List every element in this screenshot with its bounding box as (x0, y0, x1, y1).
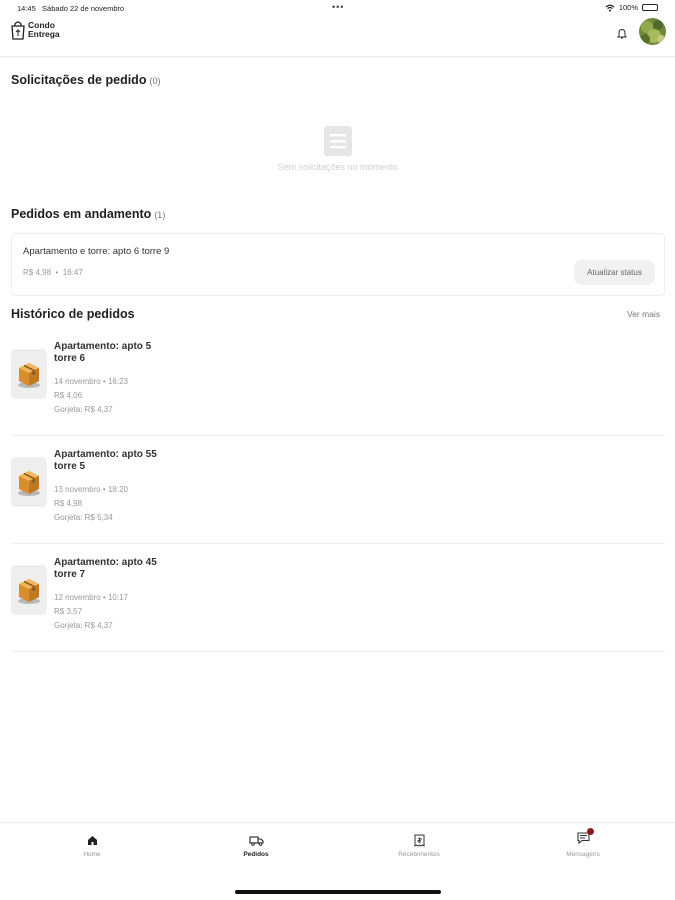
update-status-button[interactable]: Atualizar status (574, 260, 655, 285)
history-thumb (11, 565, 47, 615)
shopping-bag-icon (11, 21, 25, 40)
order-title: Apartamento e torre: apto 6 torre 9 (23, 246, 170, 257)
tab-home[interactable]: Home (52, 833, 132, 858)
order-meta: R$ 4,98 • 16:47 (23, 268, 83, 277)
status-time: 14:45 Sábado 22 de novembro (17, 4, 124, 13)
app-logo[interactable]: Condo Entrega (10, 20, 60, 40)
home-icon (87, 835, 97, 845)
history-item-date: 13 novembro • 18:20 (54, 485, 128, 494)
status-date: Sábado 22 de novembro (42, 4, 125, 13)
history-item-title: Apartamento: apto 5 torre 6 (54, 341, 152, 364)
tab-home-label: Home (83, 851, 101, 858)
receipt-icon (414, 834, 424, 847)
tab-pedidos[interactable]: Pedidos (216, 833, 296, 858)
order-time: 16:47 (62, 268, 83, 277)
home-indicator[interactable] (235, 890, 441, 894)
history-item-date: 12 novembro • 10:17 (54, 593, 128, 602)
status-time-value: 14:45 (17, 4, 36, 13)
requests-heading: Solicitações de pedido (0) (11, 73, 160, 87)
history-item-price: R$ 3,57 (54, 607, 83, 616)
package-box-icon (18, 579, 40, 604)
avatar[interactable] (639, 18, 666, 45)
wifi-icon (605, 4, 615, 12)
bottom-tab-bar: Home Pedidos Recebimentos Mensagens (0, 822, 675, 870)
battery-percent: 100% (618, 3, 638, 12)
in-progress-order-card[interactable]: Apartamento e torre: apto 6 torre 9 R$ 4… (11, 233, 665, 296)
package-box-icon (18, 471, 40, 496)
history-item[interactable]: Apartamento: apto 55 torre 5 13 novembro… (11, 436, 665, 544)
in-progress-title: Pedidos em andamento (11, 207, 152, 221)
bell-icon[interactable] (617, 28, 627, 39)
see-more-link[interactable]: Ver mais (627, 309, 660, 319)
history-heading: Histórico de pedidos (11, 307, 135, 321)
tab-mensagens[interactable]: Mensagens (543, 828, 623, 858)
history-item-tip: Gorjeta: R$ 4,37 (54, 405, 113, 414)
requests-empty-text: Sem solicitações no momento (277, 162, 398, 172)
order-separator: • (55, 268, 59, 277)
app-header: Condo Entrega (0, 16, 675, 57)
tab-recebimentos-label: Recebimentos (398, 851, 440, 858)
status-right: 100% (605, 3, 658, 12)
status-bar: 14:45 Sábado 22 de novembro ••• 100% (0, 0, 675, 16)
requests-count: (0) (149, 76, 161, 86)
requests-title: Solicitações de pedido (11, 73, 147, 87)
truck-icon (248, 835, 264, 846)
document-icon (324, 126, 352, 156)
history-thumb (11, 349, 47, 399)
history-title: Histórico de pedidos (11, 307, 135, 321)
in-progress-count: (1) (154, 210, 166, 220)
history-item-price: R$ 4,06 (54, 391, 83, 400)
message-icon (576, 828, 594, 849)
history-item-tip: Gorjeta: R$ 4,37 (54, 621, 113, 630)
history-item-date: 14 novembro • 16:23 (54, 377, 128, 386)
logo-line-2: Entrega (28, 29, 60, 39)
tab-mensagens-label: Mensagens (566, 851, 600, 858)
in-progress-heading: Pedidos em andamento (1) (11, 207, 165, 221)
order-price: R$ 4,98 (23, 268, 52, 277)
logo-text: Condo Entrega (28, 21, 60, 39)
tab-pedidos-label: Pedidos (243, 851, 269, 858)
battery-icon (642, 4, 658, 11)
history-item-price: R$ 4,98 (54, 499, 83, 508)
history-item[interactable]: Apartamento: apto 45 torre 7 12 novembro… (11, 544, 665, 652)
history-item[interactable]: Apartamento: apto 5 torre 6 14 novembro … (11, 328, 665, 436)
history-item-title: Apartamento: apto 45 torre 7 (54, 557, 157, 580)
package-box-icon (18, 363, 40, 388)
multitask-dots[interactable]: ••• (332, 2, 344, 12)
tab-recebimentos[interactable]: Recebimentos (379, 833, 459, 858)
history-item-title: Apartamento: apto 55 torre 5 (54, 449, 157, 472)
history-item-tip: Gorjeta: R$ 5,34 (54, 513, 113, 522)
history-thumb (11, 457, 47, 507)
notification-badge (586, 828, 594, 835)
